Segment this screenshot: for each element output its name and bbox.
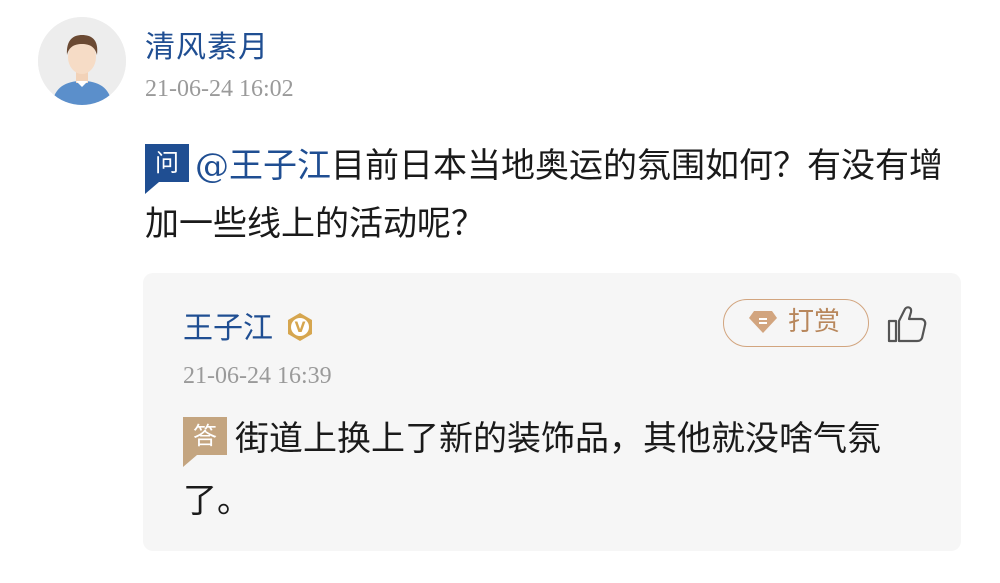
answer-text: 街道上换上了新的装饰品，其他就没啥气氛了。 bbox=[183, 419, 881, 521]
reply-timestamp: 21-06-24 16:39 bbox=[183, 363, 332, 389]
user-avatar[interactable] bbox=[38, 17, 126, 105]
question-timestamp: 21-06-24 16:02 bbox=[145, 76, 294, 102]
svg-text:V: V bbox=[294, 320, 305, 336]
thumbs-up-icon[interactable] bbox=[887, 305, 927, 343]
question-badge: 问 bbox=[145, 144, 189, 194]
question-text-block: 问 @王子江目前日本当地奥运的氛围如何？有没有增加一些线上的活动呢？ bbox=[145, 137, 945, 253]
question-user-name[interactable]: 清风素月 bbox=[145, 22, 269, 66]
default-user-avatar-icon bbox=[38, 17, 126, 105]
reply-card: 王子江 V 打赏 21-06-24 16:39 答街道上换上了新的装饰品，其他就… bbox=[143, 273, 961, 551]
gem-icon bbox=[749, 311, 777, 333]
mention-link[interactable]: @王子江 bbox=[195, 146, 331, 186]
answer-badge: 答 bbox=[183, 417, 227, 467]
tip-button[interactable]: 打赏 bbox=[723, 299, 869, 347]
reply-user-name-row: 王子江 V bbox=[183, 303, 315, 347]
verified-v-badge-icon: V bbox=[287, 313, 312, 341]
reply-user-name[interactable]: 王子江 bbox=[183, 311, 273, 346]
answer-text-block: 答街道上换上了新的装饰品，其他就没啥气氛了。 bbox=[183, 408, 923, 532]
tip-label: 打赏 bbox=[788, 307, 841, 337]
